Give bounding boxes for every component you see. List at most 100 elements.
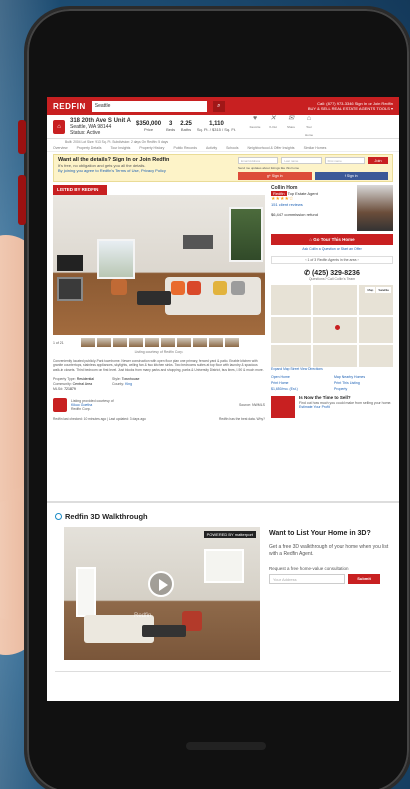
email-field[interactable]: Email Address (238, 157, 279, 164)
link-map-nearby[interactable]: Map Nearby Homes (334, 375, 393, 379)
thumbnail[interactable] (209, 338, 223, 347)
agent-card: Collin Hom Redfin Top Estate Agent ★★★★☆… (271, 185, 393, 231)
property-actions: ♥ Favorite ✕ X-Out ✉ Share ⌂ Tour Home (249, 115, 315, 139)
tab-public-records[interactable]: Public Records (173, 146, 197, 150)
location-map[interactable]: Map Satellite (271, 285, 393, 367)
thumbnail[interactable] (81, 338, 95, 347)
reviews-link[interactable]: 151 client reviews (271, 202, 303, 207)
thumbnail[interactable] (113, 338, 127, 347)
thumbnail[interactable] (225, 338, 239, 347)
tab-activity[interactable]: Activity (206, 146, 217, 150)
go-tour-button[interactable]: ⌂ Go Tour This Home (271, 234, 393, 245)
walkthrough-video[interactable]: POWERED BY matterport Redfin (64, 527, 260, 660)
close-icon: ✕ (270, 114, 276, 122)
first-name-field[interactable]: First name (324, 157, 365, 164)
video-watermark: Redfin (134, 613, 152, 619)
signup-banner: Want all the details? Sign In or Join Re… (53, 154, 393, 182)
photo-art (183, 235, 213, 249)
favorite-button[interactable]: ♥ Favorite (249, 115, 261, 139)
redfin-logo[interactable]: REDFIN (53, 102, 86, 111)
phone-side-button (18, 120, 26, 154)
last-checked: Redfin last checked: 10 minutes ago | La… (53, 416, 265, 421)
property-tabs: Overview Property Details Tour Insights … (47, 144, 399, 152)
thumbnail[interactable] (129, 338, 143, 347)
header-menu[interactable]: BUY & SELL REAL ESTATE AGENTS TOOLS ▾ (308, 106, 393, 111)
updates-checkbox[interactable]: Send me updates about listings like this… (238, 166, 388, 170)
consultation-text: Request a free home-value consultation (269, 566, 349, 571)
link-estimate[interactable]: $1,650/mo. (Est.) (271, 387, 330, 391)
tab-schools[interactable]: Schools (226, 146, 238, 150)
baths-stat: 2.25 Baths (180, 120, 192, 132)
beds-stat: 3 Beds (166, 120, 176, 132)
tab-property-details[interactable]: Property Details (77, 146, 102, 150)
listing-description: Conveniently located publicly-Park townh… (53, 359, 264, 372)
sqft-stat: 1,110 Sq. Ft. / $315 / Sq. Ft. (196, 120, 237, 132)
x-out-button[interactable]: ✕ X-Out (267, 115, 279, 139)
main-content: LISTED BY REDFIN 1 of 21 Listing courtes… (47, 185, 399, 421)
listing-column: LISTED BY REDFIN 1 of 21 Listing courtes… (53, 185, 265, 421)
property-address: 318 20th Ave S Unit A Seattle, WA 98144 … (70, 118, 131, 136)
video-window (76, 567, 96, 617)
thumbnail[interactable] (145, 338, 159, 347)
link-print-home[interactable]: Print Home (271, 381, 330, 385)
commission-refund: $6,447 commission refund (271, 212, 318, 217)
address-input[interactable]: Your Address (269, 574, 345, 584)
estimate-profit-link[interactable]: Estimate Your Profit (299, 405, 330, 409)
tab-similar-homes[interactable]: Similar Homes (304, 146, 327, 150)
tab-property-history[interactable]: Property History (139, 146, 164, 150)
facebook-signin-button[interactable]: f Sign in (314, 172, 388, 180)
tab-overview[interactable]: Overview (53, 146, 68, 150)
agent-photo (357, 185, 393, 231)
link-open-home[interactable]: Open Home (271, 375, 330, 379)
heart-icon: ♥ (252, 114, 258, 122)
link-property[interactable]: Property (334, 387, 393, 391)
agent-phone[interactable]: ✆ (425) 329-8236 (271, 269, 393, 277)
photo-chair (111, 279, 127, 295)
map-tab[interactable]: Map (365, 287, 376, 293)
photo-count: 1 of 21 (53, 340, 64, 345)
satellite-tab[interactable]: Satellite (376, 287, 391, 293)
phone-side-button (18, 175, 26, 225)
list-in-3d-panel: Want to List Your Home in 3D? Get a free… (269, 529, 393, 584)
property-header: ⌂ 318 20th Ave S Unit A Seattle, WA 9814… (47, 115, 399, 139)
thumbnail[interactable] (161, 338, 175, 347)
tour-home-button[interactable]: ⌂ Tour Home (303, 115, 315, 139)
video-window (204, 549, 244, 583)
house-icon: ⌂ (306, 114, 312, 122)
link-print-listing[interactable]: Print This Listing (334, 381, 393, 385)
share-button[interactable]: ✉ Share (285, 115, 297, 139)
tab-neighborhood[interactable]: Neighborhood & Offer Insights (248, 146, 295, 150)
map-links[interactable]: Expand Map Street View Directions (271, 367, 393, 371)
thumbnail[interactable] (97, 338, 111, 347)
thumbnail[interactable] (193, 338, 207, 347)
sell-promo: Is Now the Time to Sell? Find out how mu… (271, 395, 393, 418)
photo-window (97, 239, 135, 279)
banner-terms-link[interactable]: By joining you agree to Redfin's Terms o… (58, 168, 166, 173)
listing-source: Source: NWMLS (238, 402, 265, 407)
thumbnail[interactable] (177, 338, 191, 347)
video-table (142, 625, 186, 637)
agent-logo (53, 397, 67, 412)
walkthrough-title: Redfin 3D Walkthrough (55, 512, 148, 521)
play-icon[interactable] (148, 571, 174, 597)
google-signin-button[interactable]: g+ Sign in (238, 172, 312, 180)
photo-fireplace (57, 277, 83, 301)
header-links[interactable]: Call: (877) 973-3346 Sign In or Join Red… (308, 101, 393, 111)
ask-question-link[interactable]: Ask Collin a Question or Start an Offer (271, 247, 393, 251)
join-button[interactable]: Join (367, 157, 388, 164)
listing-photo[interactable] (53, 195, 265, 335)
banner-text: Want all the details? Sign In or Join Re… (58, 157, 234, 179)
agent-pager[interactable]: ‹ 1 of 3 Redfin Agents in the area › (271, 256, 393, 264)
photo-tv (57, 255, 83, 271)
phone-home-indicator (186, 742, 266, 750)
tab-tour-insights[interactable]: Tour Insights (111, 146, 131, 150)
submit-button[interactable]: Submit (348, 574, 380, 584)
map-pin-icon[interactable] (335, 325, 340, 330)
photo-table (137, 291, 171, 305)
photo-pillow (213, 281, 227, 295)
search-icon[interactable]: ⌕ (212, 100, 225, 112)
last-name-field[interactable]: Last name (281, 157, 322, 164)
search-input[interactable]: Seattle (91, 100, 207, 112)
photo-pillow (231, 281, 245, 295)
photo-window (229, 207, 263, 262)
